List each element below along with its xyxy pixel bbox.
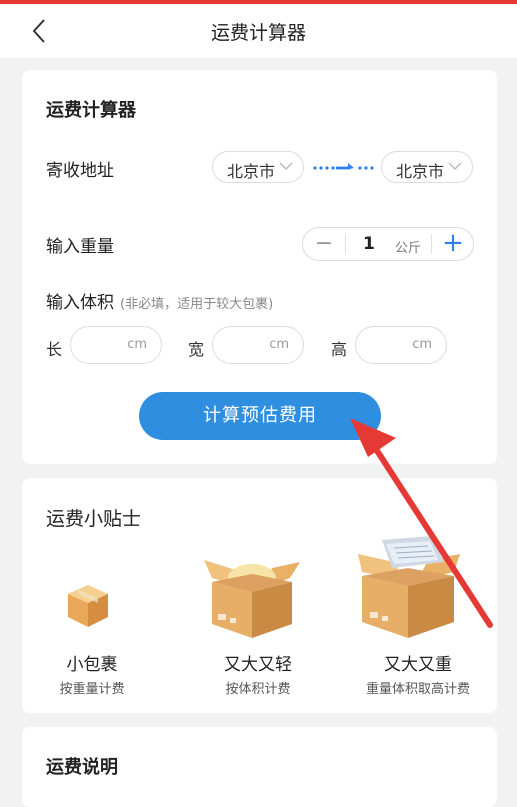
- width-label: 宽: [188, 340, 205, 359]
- chevron-down-icon: [279, 162, 293, 171]
- weight-unit: 公斤: [395, 241, 422, 256]
- length-input[interactable]: cm: [70, 326, 162, 364]
- from-city-select[interactable]: 北京市: [212, 151, 304, 183]
- explanation-card: 运费说明: [22, 727, 497, 807]
- increment-button[interactable]: +: [439, 228, 467, 258]
- tip-desc: 按重量计费: [59, 682, 125, 697]
- nav-bar: 运费计算器: [0, 4, 517, 58]
- height-input[interactable]: cm: [355, 326, 447, 364]
- address-label: 寄收地址: [46, 161, 114, 181]
- large-heavy-box-icon: [358, 536, 460, 638]
- calculator-card: 运费计算器 寄收地址 北京市 北京市 输入重量 − 1 公斤 + 输入体积 (非必…: [22, 70, 497, 464]
- tips-card: 运费小贴士 小包裹 按重量计费 又大又轻 按体积计费 又大又重 重量体积取高计费: [22, 478, 497, 713]
- stepper-divider: [345, 234, 346, 254]
- small-box-icon: [68, 585, 108, 627]
- weight-value[interactable]: 1: [363, 234, 375, 254]
- weight-stepper: − 1 公斤 +: [302, 227, 474, 261]
- width-input[interactable]: cm: [212, 326, 304, 364]
- calculate-button[interactable]: 计算预估费用: [139, 392, 381, 440]
- chevron-down-icon: [448, 162, 462, 171]
- length-label: 长: [46, 340, 63, 359]
- calculator-title: 运费计算器: [46, 100, 136, 121]
- weight-label: 输入重量: [46, 237, 114, 257]
- from-city-value: 北京市: [227, 162, 276, 181]
- width-unit: cm: [269, 337, 289, 352]
- decrement-button[interactable]: −: [313, 231, 335, 256]
- volume-label: 输入体积 (非必填，适用于较大包裹): [46, 288, 273, 313]
- height-unit: cm: [412, 337, 432, 352]
- tip-name: 小包裹: [66, 655, 118, 675]
- tips-title: 运费小贴士: [46, 508, 142, 530]
- page-title: 运费计算器: [210, 22, 306, 44]
- length-unit: cm: [127, 337, 147, 352]
- volume-hint: (非必填，适用于较大包裹): [120, 297, 274, 312]
- tip-name: 又大又轻: [224, 655, 292, 675]
- route-arrow-icon: [313, 163, 374, 170]
- stepper-divider: [431, 234, 432, 254]
- tip-desc: 按体积计费: [225, 682, 291, 697]
- tip-name: 又大又重: [384, 655, 452, 675]
- to-city-select[interactable]: 北京市: [381, 151, 473, 183]
- height-label: 高: [331, 340, 348, 359]
- explanation-title: 运费说明: [46, 757, 118, 778]
- large-light-box-icon: [204, 560, 300, 638]
- to-city-value: 北京市: [396, 162, 445, 181]
- volume-label-text: 输入体积: [46, 293, 114, 313]
- tip-desc: 重量体积取高计费: [365, 682, 470, 697]
